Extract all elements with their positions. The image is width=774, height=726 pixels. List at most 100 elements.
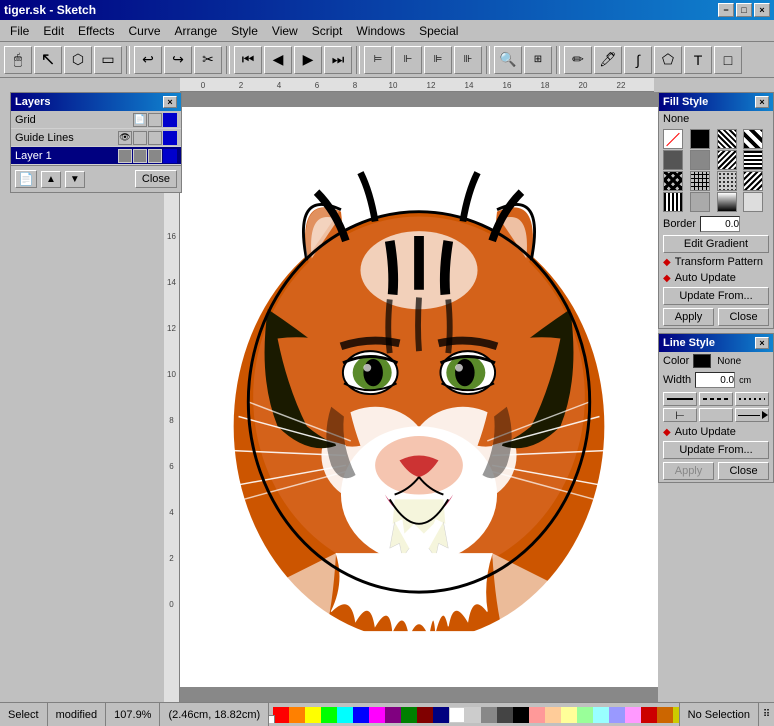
menu-arrange[interactable]: Arrange — [169, 22, 224, 40]
tool-shape[interactable]: ⬠ — [654, 46, 682, 74]
palette-pink1[interactable] — [529, 707, 545, 723]
tool-align2[interactable]: ⊩ — [394, 46, 422, 74]
palette-green[interactable] — [321, 707, 337, 723]
palette-navy[interactable] — [433, 707, 449, 723]
swatch-pattern4[interactable] — [743, 150, 763, 170]
menu-windows[interactable]: Windows — [350, 22, 411, 40]
tool-select-arrow[interactable]: ↖ — [34, 46, 62, 74]
swatch-black[interactable] — [690, 129, 710, 149]
menu-effects[interactable]: Effects — [72, 22, 120, 40]
palette-cyan[interactable] — [337, 707, 353, 723]
palette-darkgray[interactable] — [497, 707, 513, 723]
line-style-dotted[interactable] — [735, 392, 769, 406]
tool-next[interactable]: ▶ — [294, 46, 322, 74]
palette-orange[interactable] — [289, 707, 305, 723]
tool-pen[interactable]: 🖊 — [594, 46, 622, 74]
fill-apply-button[interactable]: Apply — [663, 308, 714, 326]
guides-btn3[interactable] — [148, 131, 162, 145]
tool-pencil[interactable]: ✏ — [564, 46, 592, 74]
layer1-btn2[interactable] — [133, 149, 147, 163]
palette-lightcyan[interactable] — [593, 707, 609, 723]
tool-text[interactable]: T — [684, 46, 712, 74]
swatch-dots1[interactable] — [717, 171, 737, 191]
tool-prev-page[interactable]: ⏮ — [234, 46, 262, 74]
tool-bezier[interactable]: ∫ — [624, 46, 652, 74]
layer-close-btn[interactable]: Close — [135, 170, 177, 188]
layer-row-1[interactable]: Layer 1 — [11, 147, 181, 165]
grid-btn2[interactable] — [148, 113, 162, 127]
palette-lightblue[interactable] — [609, 707, 625, 723]
tool-redo[interactable]: ↪ — [164, 46, 192, 74]
canvas-area[interactable] — [180, 92, 658, 702]
update-from-button[interactable]: Update From... — [663, 287, 769, 305]
palette-lightmagenta[interactable] — [625, 707, 641, 723]
palette-brown[interactable] — [657, 707, 673, 723]
layer-row-guides[interactable]: Guide Lines 👁 — [11, 129, 181, 147]
palette-gray[interactable] — [481, 707, 497, 723]
width-input[interactable] — [695, 372, 735, 388]
line-style-dashed[interactable] — [699, 392, 733, 406]
tool-align1[interactable]: ⊨ — [364, 46, 392, 74]
layer1-btn1[interactable] — [118, 149, 132, 163]
layer-down-btn[interactable]: ▼ — [65, 171, 85, 188]
swatch-none[interactable] — [663, 129, 683, 149]
palette-darkred[interactable] — [641, 707, 657, 723]
swatch-grid1[interactable] — [690, 171, 710, 191]
swatch-pattern3[interactable] — [717, 150, 737, 170]
palette-blue[interactable] — [353, 707, 369, 723]
tool-grid[interactable]: ⊞ — [524, 46, 552, 74]
tool-select-rect[interactable]: ▭ — [94, 46, 122, 74]
line-apply-button[interactable]: Apply — [663, 462, 714, 480]
layer1-btn3[interactable] — [148, 149, 162, 163]
guides-eye[interactable]: 👁 — [118, 131, 132, 145]
swatch-pattern1[interactable] — [717, 129, 737, 149]
border-input[interactable] — [700, 216, 740, 232]
line-cap-round[interactable] — [699, 408, 733, 422]
maximize-button[interactable]: □ — [736, 3, 752, 17]
layer-up-btn[interactable]: ▲ — [41, 171, 61, 188]
menu-file[interactable]: File — [4, 22, 35, 40]
line-style-solid[interactable] — [663, 392, 697, 406]
new-layer-btn[interactable]: 📄 — [15, 170, 37, 188]
swatch-gray1[interactable] — [663, 150, 683, 170]
palette-maroon[interactable] — [417, 707, 433, 723]
swatch-pattern2[interactable] — [743, 129, 763, 149]
swatch-gray3[interactable] — [690, 192, 710, 212]
swatch-vert1[interactable] — [663, 192, 683, 212]
fill-close-button[interactable]: Close — [718, 308, 769, 326]
minimize-button[interactable]: − — [718, 3, 734, 17]
swatch-cross1[interactable] — [663, 171, 683, 191]
palette-lightgreen[interactable] — [577, 707, 593, 723]
swatch-gray2[interactable] — [690, 150, 710, 170]
tool-align4[interactable]: ⊪ — [454, 46, 482, 74]
palette-white[interactable] — [449, 707, 465, 723]
tool-prev[interactable]: ◀ — [264, 46, 292, 74]
menu-edit[interactable]: Edit — [37, 22, 70, 40]
line-color-swatch[interactable] — [693, 354, 711, 368]
palette-lightyellow[interactable] — [561, 707, 577, 723]
palette-peach[interactable] — [545, 707, 561, 723]
tool-next-page[interactable]: ⏭ — [324, 46, 352, 74]
tool-pointer[interactable]: 🖱 — [4, 46, 32, 74]
palette-dark-green[interactable] — [401, 707, 417, 723]
tool-node[interactable]: ⬡ — [64, 46, 92, 74]
tool-align3[interactable]: ⊫ — [424, 46, 452, 74]
tool-zoom-glass[interactable]: 🔍 — [494, 46, 522, 74]
swatch-checker1[interactable] — [743, 171, 763, 191]
fill-panel-close[interactable]: × — [755, 96, 769, 108]
menu-curve[interactable]: Curve — [123, 22, 167, 40]
menu-style[interactable]: Style — [225, 22, 264, 40]
layers-close-btn[interactable]: × — [163, 96, 177, 108]
line-cap-butt[interactable]: ⊢ — [663, 408, 697, 422]
close-button[interactable]: × — [754, 3, 770, 17]
palette-magenta[interactable] — [369, 707, 385, 723]
palette-purple[interactable] — [385, 707, 401, 723]
menu-script[interactable]: Script — [306, 22, 349, 40]
palette-yellow[interactable] — [305, 707, 321, 723]
edit-gradient-button[interactable]: Edit Gradient — [663, 235, 769, 253]
line-panel-close[interactable]: × — [755, 337, 769, 349]
swatch-grad1[interactable] — [717, 192, 737, 212]
line-arrow[interactable] — [735, 408, 769, 422]
tool-cut[interactable]: ✂ — [194, 46, 222, 74]
menu-view[interactable]: View — [266, 22, 304, 40]
